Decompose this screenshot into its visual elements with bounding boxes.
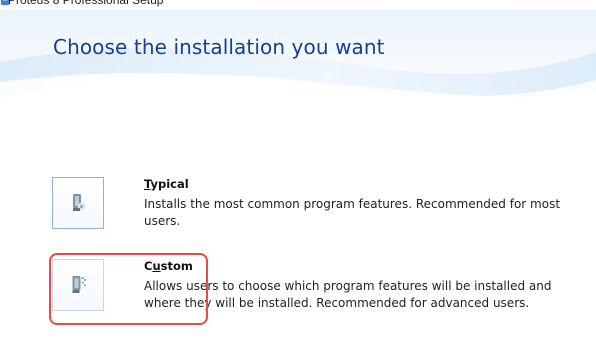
typical-label-rest: ypical	[150, 177, 189, 191]
custom-option-description: Allows users to choose which program fea…	[144, 279, 552, 310]
setup-window: Proteus 8 Professional Setup Choose the …	[0, 0, 596, 359]
custom-installer-icon	[72, 276, 86, 293]
custom-option-label[interactable]: Custom	[144, 259, 193, 273]
title-bar: Proteus 8 Professional Setup	[0, 0, 596, 10]
window-title: Proteus 8 Professional Setup	[8, 0, 164, 7]
custom-install-option[interactable]: Custom Allows users to choose which prog…	[52, 259, 572, 319]
installer-icon	[73, 194, 86, 211]
page-title: Choose the installation you want	[53, 35, 385, 59]
typical-option-label[interactable]: Typical	[144, 177, 189, 191]
custom-label-rest: stom	[160, 259, 193, 273]
typical-option-description: Installs the most common program feature…	[144, 197, 561, 228]
custom-label-mnemonic: u	[152, 259, 161, 273]
typical-install-button[interactable]	[52, 177, 104, 229]
header-banner	[0, 10, 596, 122]
typical-install-option[interactable]: Typical Installs the most common program…	[52, 177, 572, 237]
custom-install-button[interactable]	[52, 259, 104, 311]
